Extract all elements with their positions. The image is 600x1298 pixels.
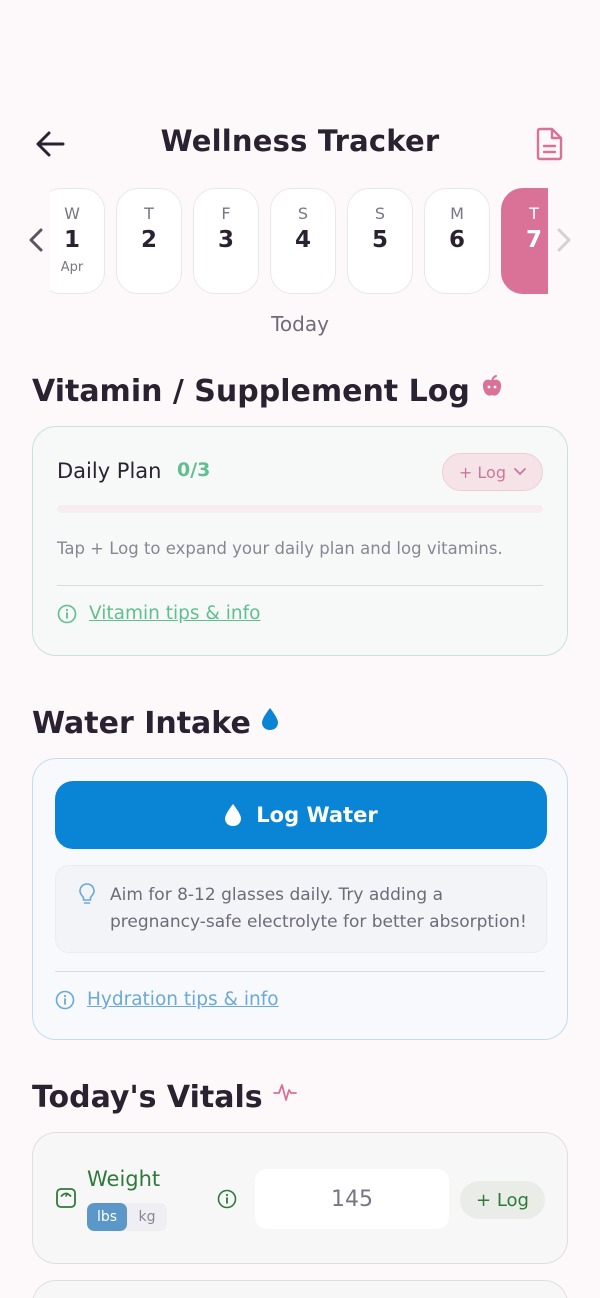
water-section-title: Water Intake <box>32 706 279 741</box>
scale-icon <box>56 1188 76 1208</box>
water-drop-icon <box>261 707 278 730</box>
daily-plan-progress-bar <box>57 505 543 513</box>
hydration-tip-text: Aim for 8-12 glasses daily. Try adding a… <box>110 885 527 932</box>
day-tile[interactable]: T7 <box>501 188 548 294</box>
day-month: Apr <box>60 260 84 275</box>
day-list: W 1 Apr T 2 F 3 S 4 S 5 M 6 T 7 <box>50 188 548 294</box>
weight-input[interactable] <box>255 1169 449 1229</box>
day-number: 1 <box>63 227 80 253</box>
weight-label: Weight <box>87 1167 161 1191</box>
vitamin-card: Daily Plan 0/3 + Log Tap + Log to expand… <box>32 426 568 656</box>
day-tile[interactable]: S5 <box>347 188 413 294</box>
unit-lbs-button[interactable]: lbs <box>87 1203 127 1231</box>
divider <box>55 971 545 972</box>
heartbeat-icon <box>272 1083 297 1101</box>
vitamin-section-label: Vitamin / Supplement Log <box>32 374 470 409</box>
day-number: 5 <box>371 227 388 253</box>
day-tile[interactable]: W 1 Apr <box>50 188 105 294</box>
hydration-tip-box: Aim for 8-12 glasses daily. Try adding a… <box>55 865 547 953</box>
info-icon[interactable] <box>217 1189 237 1209</box>
days-viewport: W 1 Apr T 2 F 3 S 4 S 5 M 6 T 7 <box>50 186 548 298</box>
day-letter: T <box>144 204 154 223</box>
log-water-button[interactable]: Log Water <box>55 781 547 849</box>
vitals-section-label: Today's Vitals <box>32 1080 263 1115</box>
divider <box>57 585 543 586</box>
daily-plan-count: 0/3 <box>177 459 211 481</box>
vitamin-tips-link[interactable]: Vitamin tips & info <box>89 603 260 624</box>
next-week-button[interactable] <box>552 224 576 256</box>
day-number: 3 <box>217 227 234 253</box>
vitamin-log-label: + Log <box>458 462 506 482</box>
weight-unit-toggle: lbs kg <box>87 1203 167 1231</box>
chevron-left-icon <box>29 228 43 252</box>
vitals-card: Weight lbs kg + Log <box>32 1132 568 1264</box>
water-section-label: Water Intake <box>32 706 251 741</box>
day-number: 6 <box>448 227 465 253</box>
apple-icon <box>482 374 501 396</box>
unit-kg-button[interactable]: kg <box>127 1203 167 1231</box>
water-drop-icon <box>225 804 242 826</box>
info-icon <box>57 604 77 623</box>
day-number: 7 <box>525 227 542 253</box>
document-icon <box>536 127 563 161</box>
vitamin-section-title: Vitamin / Supplement Log <box>32 374 504 409</box>
page-title: Wellness Tracker <box>160 124 440 158</box>
chevron-right-icon <box>557 228 571 252</box>
day-tile[interactable]: F3 <box>193 188 259 294</box>
day-letter: S <box>374 204 386 223</box>
today-label: Today <box>271 312 329 336</box>
weight-log-button[interactable]: + Log <box>460 1181 545 1219</box>
vitamin-tips-link-row[interactable]: Vitamin tips & info <box>57 603 260 624</box>
day-letter: F <box>221 204 231 223</box>
day-letter: T <box>529 204 539 223</box>
hydration-tips-link-row[interactable]: Hydration tips & info <box>55 989 279 1010</box>
day-letter: M <box>450 204 464 223</box>
chevron-down-icon <box>514 468 526 475</box>
water-card: Log Water Aim for 8-12 glasses daily. Tr… <box>32 758 568 1040</box>
vitals-section-title: Today's Vitals <box>32 1080 297 1115</box>
day-number: 2 <box>140 227 157 253</box>
day-number: 4 <box>294 227 311 253</box>
log-water-label: Log Water <box>256 803 378 827</box>
date-strip: W 1 Apr T 2 F 3 S 4 S 5 M 6 T 7 <box>0 186 600 298</box>
report-button[interactable] <box>530 124 568 164</box>
vitamin-log-button[interactable]: + Log <box>441 453 543 491</box>
day-tile[interactable]: T2 <box>116 188 182 294</box>
day-tile[interactable]: S4 <box>270 188 336 294</box>
next-vitals-card <box>32 1280 568 1298</box>
vitamin-hint-text: Tap + Log to expand your daily plan and … <box>57 539 503 558</box>
day-letter: S <box>297 204 309 223</box>
hydration-tips-link[interactable]: Hydration tips & info <box>87 989 279 1010</box>
app-header: Wellness Tracker <box>0 118 600 168</box>
day-tile[interactable]: M6 <box>424 188 490 294</box>
daily-plan-label: Daily Plan <box>57 459 162 483</box>
lightbulb-icon <box>79 883 95 904</box>
info-icon <box>55 990 75 1009</box>
day-letter: W <box>64 204 80 223</box>
previous-week-button[interactable] <box>24 224 48 256</box>
